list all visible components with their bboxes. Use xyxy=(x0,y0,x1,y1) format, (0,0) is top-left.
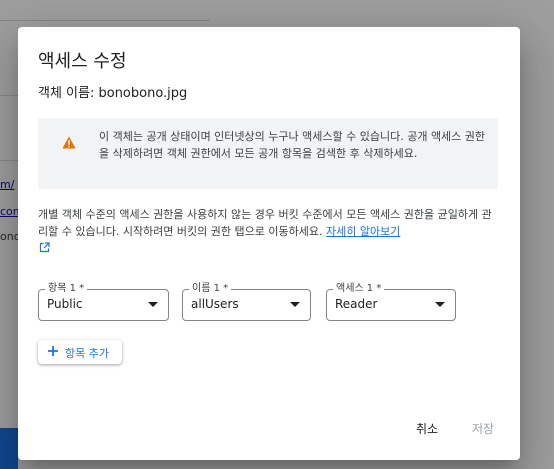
entity-value: Public xyxy=(47,297,83,311)
access-label: 액세스 1 * xyxy=(333,282,385,296)
entity-label: 항목 1 * xyxy=(45,282,88,296)
public-warning-box: 이 객체는 공개 상태이며 인터넷상의 누구나 액세스할 수 있습니다. 공개 … xyxy=(38,118,498,189)
warning-text: 이 객체는 공개 상태이며 인터넷상의 누구나 액세스할 수 있습니다. 공개 … xyxy=(99,130,486,160)
dialog-title: 액세스 수정 xyxy=(38,51,127,72)
save-button[interactable]: 저장 xyxy=(468,418,498,439)
warning-icon xyxy=(62,136,76,149)
dropdown-arrow-icon xyxy=(148,302,158,307)
access-select[interactable]: 액세스 1 * Reader xyxy=(326,282,456,321)
add-item-label: 항목 추가 xyxy=(65,347,109,360)
name-label: 이름 1 * xyxy=(189,282,232,296)
learn-more-link[interactable]: 자세히 알아보기 xyxy=(326,225,400,238)
plus-icon xyxy=(48,346,58,356)
external-link-icon[interactable] xyxy=(39,242,50,253)
dropdown-arrow-icon xyxy=(435,302,445,307)
entity-select[interactable]: 항목 1 * Public xyxy=(38,282,169,321)
info-text: 개별 객체 수준의 액세스 권한을 사용하지 않는 경우 버킷 수준에서 모든 … xyxy=(38,208,492,238)
object-name: 객체 이름: bonobono.jpg xyxy=(38,86,188,101)
add-item-button[interactable]: 항목 추가 xyxy=(38,340,122,364)
name-value: allUsers xyxy=(191,297,239,311)
name-select[interactable]: 이름 1 * allUsers xyxy=(182,282,311,321)
cancel-button[interactable]: 취소 xyxy=(412,418,442,439)
uniform-access-info: 개별 객체 수준의 액세스 권한을 사용하지 않는 경우 버킷 수준에서 모든 … xyxy=(38,206,500,257)
dropdown-arrow-icon xyxy=(290,302,300,307)
edit-access-dialog: 액세스 수정 객체 이름: bonobono.jpg 이 객체는 공개 상태이며… xyxy=(18,27,520,460)
access-value: Reader xyxy=(335,297,378,311)
